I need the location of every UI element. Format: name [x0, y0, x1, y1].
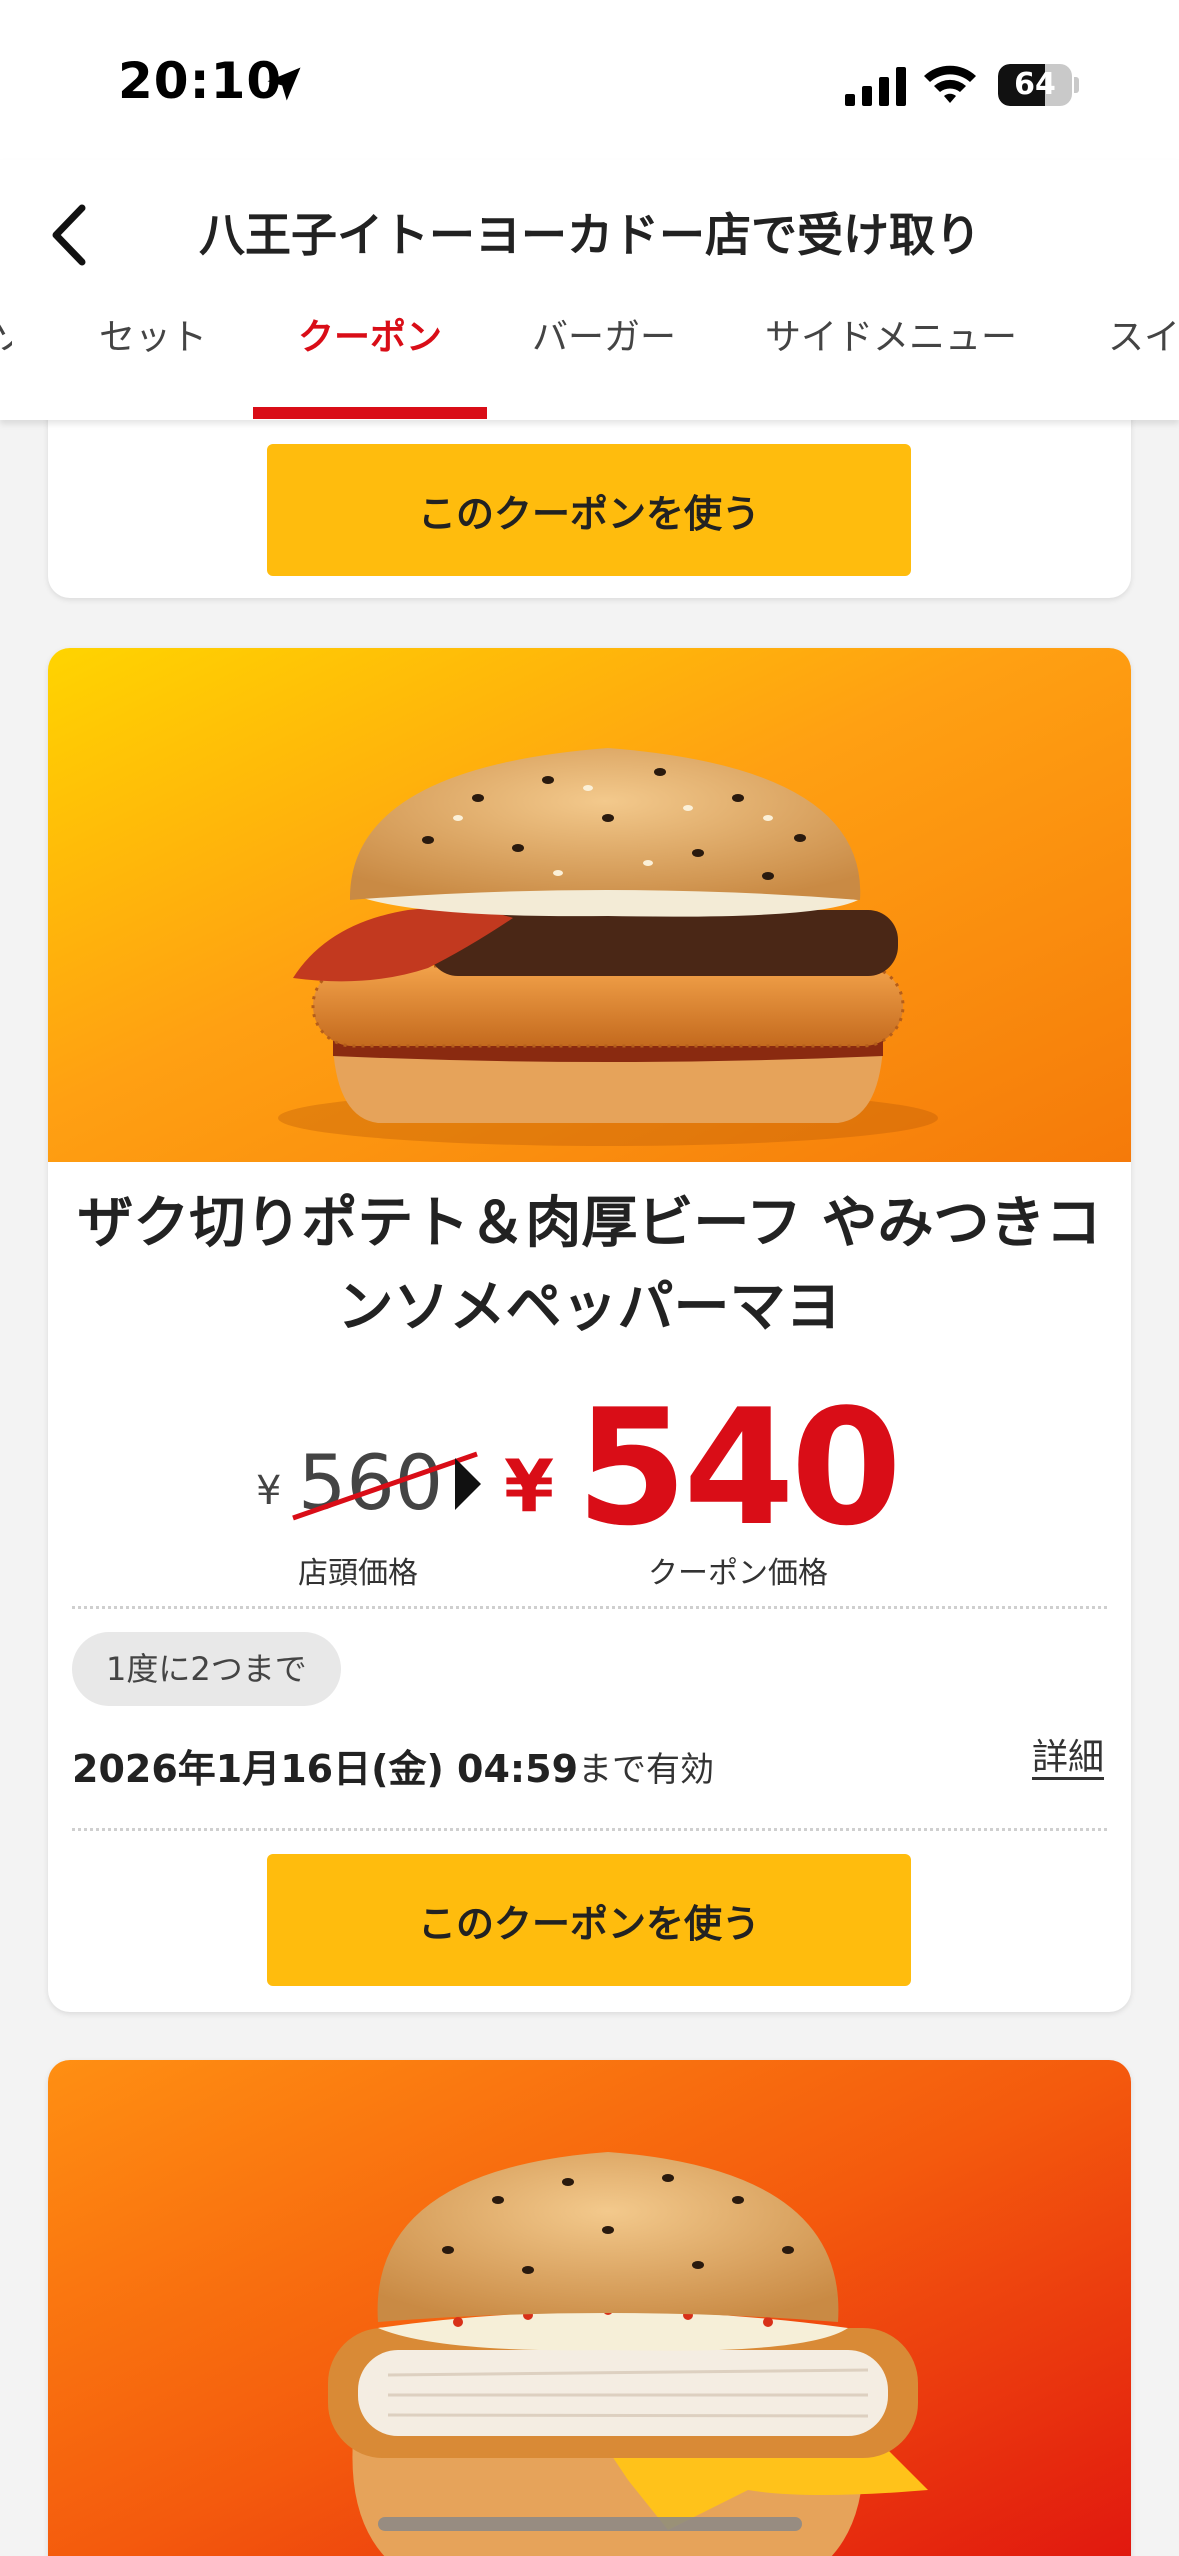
battery-percentage: 64 [1014, 67, 1056, 102]
status-time: 20:10 [118, 52, 283, 110]
tab-burger[interactable]: バーガー [526, 300, 682, 420]
coupon-card-next [48, 2060, 1131, 2556]
cellular-signal-icon [845, 67, 906, 106]
new-price-currency: ¥ [504, 1444, 555, 1528]
active-tab-indicator [253, 407, 487, 419]
coupon-price: 540 [576, 1374, 902, 1561]
page-title: 八王子イトーヨーカドー店で受け取り [199, 208, 981, 262]
category-tabs: ソ セット クーポン バーガー サイドメニュー スイ [0, 300, 1179, 420]
tab-partial-left[interactable]: ソ [0, 300, 12, 420]
home-indicator [378, 2517, 802, 2531]
app-header: 八王子イトーヨーカドー店で受け取り ソ セット クーポン バーガー サイドメニュ… [0, 160, 1179, 420]
battery-indicator: 64 [998, 64, 1079, 106]
old-price-currency: ¥ [256, 1468, 282, 1514]
product-name: ザク切りポテト＆肉厚ビーフ やみつきコンソメペッパーマヨ [77, 1191, 1102, 1340]
tab-set[interactable]: セット [90, 300, 216, 420]
divider [72, 1606, 1107, 1609]
divider [72, 1828, 1107, 1831]
valid-until-suffix: まで有効 [578, 1750, 714, 1790]
tab-side-menu[interactable]: サイドメニュー [764, 300, 1018, 420]
price-arrow-icon [455, 1458, 481, 1510]
location-arrow-icon [267, 67, 301, 101]
back-chevron-icon[interactable] [40, 190, 100, 280]
limit-badge: 1度に2つまで [72, 1632, 341, 1706]
status-bar: 20:10 64 [0, 0, 1179, 160]
store-price-label: 店頭価格 [298, 1556, 418, 1591]
tab-sweets-partial[interactable]: スイ [1108, 300, 1179, 420]
use-coupon-button[interactable]: このクーポンを使う [267, 444, 911, 576]
valid-until-date: 2026年1月16日(金) 04:59 [72, 1747, 579, 1791]
wifi-icon [924, 65, 976, 103]
chicken-burger-product-image [48, 2060, 1131, 2556]
coupon-card: ザク切りポテト＆肉厚ビーフ やみつきコンソメペッパーマヨ ¥ 560 ¥ 540… [48, 648, 1131, 2012]
tab-coupon[interactable]: クーポン [283, 300, 457, 420]
detail-link[interactable]: 詳細 [1032, 1728, 1104, 1780]
burger-product-image [48, 648, 1131, 1162]
coupon-price-label: クーポン価格 [648, 1556, 828, 1591]
use-coupon-button[interactable]: このクーポンを使う [267, 1854, 911, 1986]
